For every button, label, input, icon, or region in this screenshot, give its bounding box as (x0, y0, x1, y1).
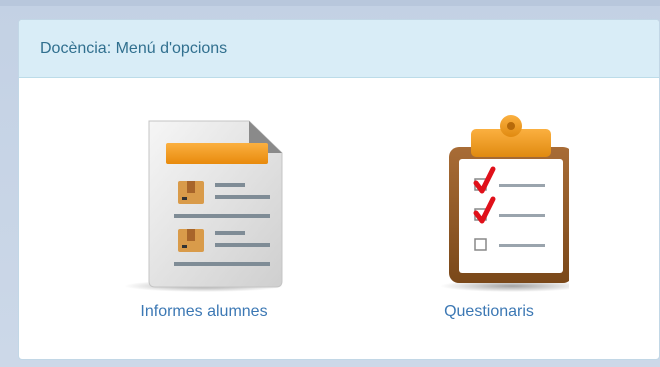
questionaris-link[interactable]: Questionaris (389, 303, 589, 321)
clipboard-checklist-icon (440, 115, 569, 292)
report-document-icon (124, 120, 284, 292)
informes-alumnes-link[interactable]: Informes alumnes (104, 303, 304, 321)
options-panel: Docència: Menú d'opcions Informes alumne… (18, 19, 660, 360)
top-strip (0, 0, 660, 6)
panel-header: Docència: Menú d'opcions (19, 20, 659, 78)
panel-title: Docència: Menú d'opcions (40, 39, 228, 57)
informes-alumnes-option[interactable]: Informes alumnes (104, 115, 304, 330)
questionaris-option[interactable]: Questionaris (389, 115, 589, 330)
